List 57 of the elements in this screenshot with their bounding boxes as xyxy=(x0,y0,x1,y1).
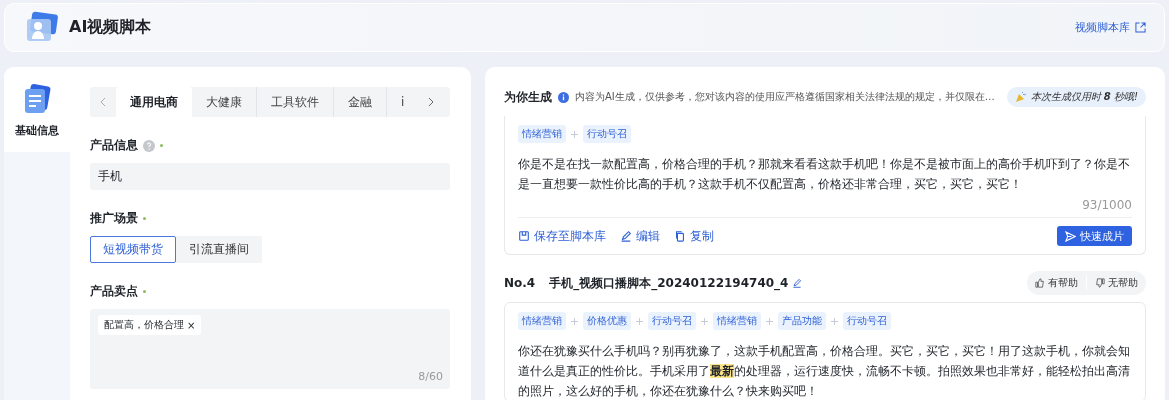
script-number: No.4 xyxy=(504,276,536,290)
script-name: 手机_视频口播脚本_20240122194740_4 xyxy=(549,274,789,292)
plus-icon xyxy=(831,317,838,325)
chevron-right-icon[interactable] xyxy=(428,97,435,107)
timing-badge: 本次生成仅用时 8 秒哦! xyxy=(1006,87,1146,107)
info-icon xyxy=(558,91,569,103)
plus-icon xyxy=(636,317,643,325)
tag: 价格优惠 xyxy=(583,312,631,330)
category-tab[interactable]: i xyxy=(386,87,419,117)
not-helpful-button[interactable]: 无帮助 xyxy=(1086,276,1146,290)
tag: 情绪营销 xyxy=(518,125,566,143)
selling-point-tag: 配置高，价格合理 xyxy=(104,318,184,332)
ai-notice: 内容为AI生成，仅供参考，您对该内容的使用应严格遵循国家相关法律法规的规定，并仅限在… xyxy=(575,90,996,104)
thumbs-down-icon xyxy=(1095,278,1105,288)
quick-video-button[interactable]: 快速成片 xyxy=(1057,226,1132,246)
field-label: 产品信息 xyxy=(90,137,138,154)
category-tab[interactable]: 大健康 xyxy=(192,87,256,117)
save-button[interactable]: 保存至脚本库 xyxy=(518,227,606,245)
edit-button[interactable]: 编辑 xyxy=(620,227,660,245)
edit-icon[interactable] xyxy=(792,278,803,288)
tag: 行动号召 xyxy=(843,312,891,330)
char-counter: 93/1000 xyxy=(1081,198,1132,212)
script-text: 你是不是在找一款配置高，价格合理的手机？那就来看看这款手机吧！你是不是被市面上的高价手机吓到了？你是不是一直想要一款性价比高的手机？这款手机不仅配置高，价格还非常合理，买它，买它，买它！ xyxy=(518,156,1131,193)
thumbs-up-icon xyxy=(1035,278,1045,288)
tag: 产品功能 xyxy=(778,312,826,330)
copy-button[interactable]: 复制 xyxy=(674,227,714,245)
product-input[interactable]: 手机 xyxy=(90,163,450,190)
tag: 情绪营销 xyxy=(518,312,566,330)
script-text: 你还在犹豫买什么手机吗？别再犹豫了，这款手机配置高，价格合理。买它，买它，买它！用了这款手机，你就会知道什么是真正的性价比。手机采用了最新的处理器，运行速度快，流畅不卡顿。拍照效果也非常好，能轻松拍出高清的照片，这么好的手机，你还在犹豫什么？快来购买吧！ xyxy=(518,343,1131,400)
send-icon xyxy=(1065,230,1076,242)
tag: 行动号召 xyxy=(648,312,696,330)
side-nav-item[interactable]: 基础信息 xyxy=(4,67,70,152)
plus-icon xyxy=(701,317,708,325)
field-label: 产品卖点 xyxy=(90,283,138,300)
tag: 情绪营销 xyxy=(713,312,761,330)
remove-tag-icon[interactable]: × xyxy=(187,319,196,331)
edit-icon xyxy=(620,230,632,242)
char-counter: 8/60 xyxy=(418,370,443,383)
scene-option[interactable]: 短视频带货 xyxy=(90,236,176,263)
script-library-link[interactable]: 视频脚本库 xyxy=(1075,20,1146,35)
app-title: AI视频脚本 xyxy=(69,17,153,38)
helpful-button[interactable]: 有帮助 xyxy=(1027,276,1086,290)
tag: 行动号召 xyxy=(583,125,631,143)
field-label: 推广场景 xyxy=(90,210,138,227)
results-title: 为你生成 xyxy=(504,88,552,106)
external-link-icon xyxy=(1135,22,1146,33)
plus-icon xyxy=(571,130,578,138)
category-tab[interactable]: 工具软件 xyxy=(256,87,333,117)
selling-points-field[interactable]: 配置高，价格合理 × 8/60 xyxy=(90,309,450,389)
category-tab[interactable]: 通用电商 xyxy=(116,87,192,117)
save-icon xyxy=(518,230,530,242)
copy-icon xyxy=(674,230,686,242)
chevron-left-icon[interactable] xyxy=(100,97,106,107)
plus-icon xyxy=(571,317,578,325)
plus-icon xyxy=(766,317,773,325)
scene-option[interactable]: 引流直播间 xyxy=(176,236,262,263)
category-tab[interactable]: 金融 xyxy=(333,87,386,117)
